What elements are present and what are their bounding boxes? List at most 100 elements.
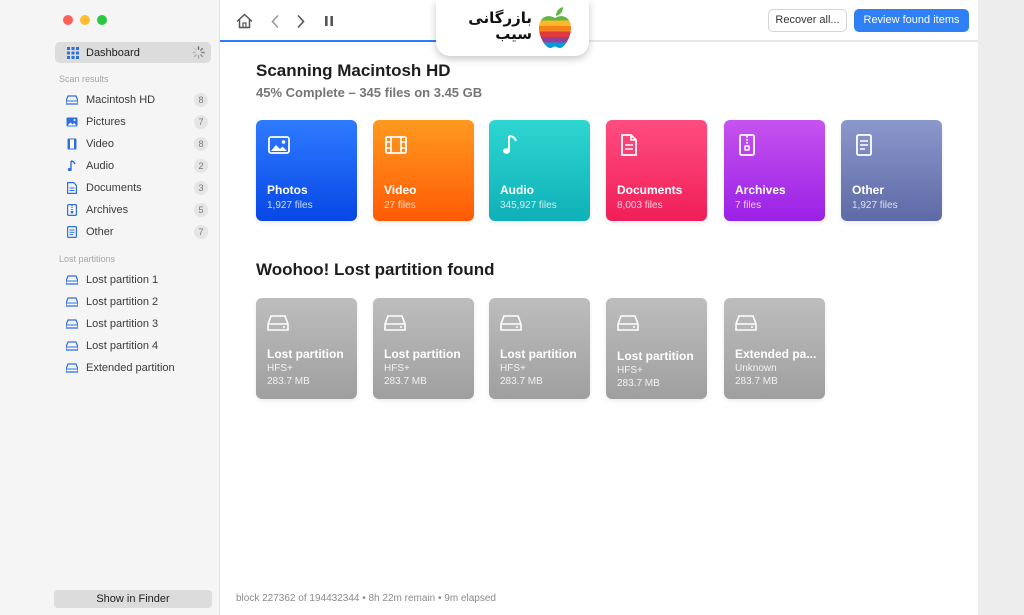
partition-size: 283.7 MB (267, 376, 310, 387)
chevron-left-icon[interactable] (266, 12, 284, 30)
partition-size: 283.7 MB (500, 376, 543, 387)
sidebar-item-label: Documents (86, 182, 142, 194)
sidebar-item-label: Macintosh HD (86, 94, 156, 106)
sidebar-item-audio[interactable]: Audio 2 (66, 157, 208, 175)
sidebar-item-label: Extended partition (86, 362, 175, 374)
partition-filesystem: HFS+ (500, 363, 526, 374)
sidebar-item-lost-partition-2[interactable]: Lost partition 2 (66, 293, 208, 311)
archive-icon (66, 204, 78, 216)
category-name: Audio (500, 183, 534, 197)
partition-card[interactable]: Lost partition HFS+ 283.7 MB (256, 298, 357, 399)
drive-icon (735, 315, 757, 331)
partition-filesystem: Unknown (735, 363, 777, 374)
other-file-icon (66, 226, 78, 238)
sidebar-item-label: Lost partition 2 (86, 296, 159, 308)
photo-icon (66, 116, 78, 128)
partition-size: 283.7 MB (735, 376, 778, 387)
brand-logo-line1: بازرگانی (468, 9, 532, 27)
count-badge: 8 (194, 93, 208, 107)
drive-icon (66, 274, 78, 286)
category-card-audio[interactable]: Audio 345,927 files (489, 120, 590, 221)
category-name: Documents (617, 183, 683, 197)
count-badge: 2 (194, 159, 208, 173)
partition-name: Lost partition (500, 347, 577, 361)
category-count: 7 files (735, 200, 762, 211)
count-badge: 5 (194, 203, 208, 217)
sidebar: Dashboard Scan results Macintosh HD 8 Pi… (0, 0, 220, 615)
sidebar-item-label: Video (86, 138, 114, 150)
partition-size: 283.7 MB (384, 376, 427, 387)
sidebar-item-pictures[interactable]: Pictures 7 (66, 113, 208, 131)
sidebar-item-video[interactable]: Video 8 (66, 135, 208, 153)
sidebar-item-archives[interactable]: Archives 5 (66, 201, 208, 219)
count-badge: 7 (194, 225, 208, 239)
category-card-other[interactable]: Other 1,927 files (841, 120, 942, 221)
zoom-window-button[interactable] (97, 15, 107, 25)
apple-logo-icon (539, 7, 571, 48)
partition-card[interactable]: Lost partition HFS+ 283.7 MB (606, 298, 707, 399)
count-badge: 3 (194, 181, 208, 195)
category-count: 8,003 files (617, 200, 663, 211)
category-name: Other (852, 183, 885, 197)
film-icon (66, 138, 78, 150)
partition-card[interactable]: Extended pa... Unknown 283.7 MB (724, 298, 825, 399)
partition-name: Lost partition (267, 347, 344, 361)
category-count: 1,927 files (267, 200, 313, 211)
category-name: Archives (735, 183, 786, 197)
film-icon (385, 136, 407, 154)
recover-all-button[interactable]: Recover all... (768, 9, 847, 32)
app-window: Dashboard Scan results Macintosh HD 8 Pi… (0, 0, 978, 615)
category-count: 345,927 files (500, 200, 557, 211)
lost-partitions-heading: Lost partitions (59, 254, 116, 264)
partition-card[interactable]: Lost partition HFS+ 283.7 MB (373, 298, 474, 399)
sidebar-item-lost-partition-4[interactable]: Lost partition 4 (66, 337, 208, 355)
minimize-window-button[interactable] (80, 15, 90, 25)
sidebar-item-extended-partition[interactable]: Extended partition (66, 359, 208, 377)
count-badge: 8 (194, 137, 208, 151)
review-found-items-button[interactable]: Review found items (854, 9, 969, 32)
category-card-photos[interactable]: Photos 1,927 files (256, 120, 357, 221)
page-title: Scanning Macintosh HD (256, 61, 451, 80)
drive-icon (66, 340, 78, 352)
photo-icon (268, 136, 290, 154)
drive-icon (267, 315, 289, 331)
sidebar-item-lost-partition-3[interactable]: Lost partition 3 (66, 315, 208, 333)
document-icon (621, 134, 637, 156)
sidebar-item-label: Lost partition 4 (86, 340, 159, 352)
category-name: Photos (267, 183, 308, 197)
category-card-archives[interactable]: Archives 7 files (724, 120, 825, 221)
scan-results-heading: Scan results (59, 74, 109, 84)
drive-icon (384, 315, 406, 331)
partition-size: 283.7 MB (617, 378, 660, 389)
chevron-right-icon[interactable] (292, 12, 310, 30)
category-count: 27 files (384, 200, 416, 211)
status-bar: block 227362 of 194432344 • 8h 22m remai… (236, 593, 496, 604)
document-icon (66, 182, 78, 194)
show-in-finder-button[interactable]: Show in Finder (54, 590, 212, 608)
brand-logo-badge: بازرگانی سیب (436, 0, 589, 56)
sidebar-item-label: Archives (86, 204, 129, 216)
sidebar-item-label: Lost partition 3 (86, 318, 159, 330)
sidebar-item-label: Lost partition 1 (86, 274, 159, 286)
archive-icon (739, 134, 755, 156)
drive-icon (66, 318, 78, 330)
pause-icon[interactable] (320, 12, 338, 30)
sidebar-item-documents[interactable]: Documents 3 (66, 179, 208, 197)
count-badge: 7 (194, 115, 208, 129)
partition-filesystem: HFS+ (384, 363, 410, 374)
sidebar-item-label: Pictures (86, 116, 126, 128)
partition-name: Lost partition (617, 349, 694, 363)
brand-logo-line2: سیب (495, 25, 532, 43)
drive-icon (500, 315, 522, 331)
sidebar-item-dashboard[interactable]: Dashboard (55, 42, 211, 63)
category-card-documents[interactable]: Documents 8,003 files (606, 120, 707, 221)
music-note-icon (503, 135, 517, 154)
close-window-button[interactable] (63, 15, 73, 25)
partition-card[interactable]: Lost partition HFS+ 283.7 MB (489, 298, 590, 399)
sidebar-item-lost-partition-1[interactable]: Lost partition 1 (66, 271, 208, 289)
sidebar-item-macintosh-hd[interactable]: Macintosh HD 8 (66, 91, 208, 109)
home-icon[interactable] (235, 12, 253, 30)
partition-filesystem: HFS+ (267, 363, 293, 374)
sidebar-item-other[interactable]: Other 7 (66, 223, 208, 241)
category-card-video[interactable]: Video 27 files (373, 120, 474, 221)
